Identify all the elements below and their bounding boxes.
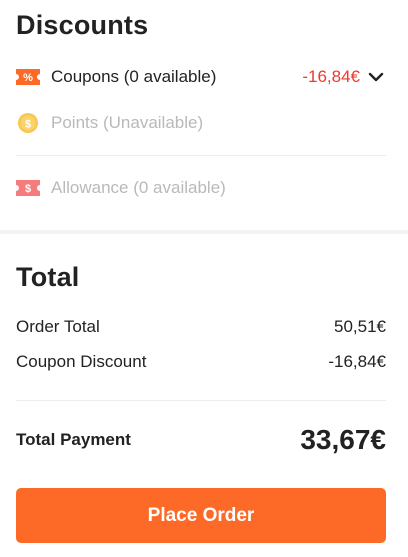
- svg-text:$: $: [25, 119, 31, 131]
- points-row: $ Points (Unavailable): [16, 111, 386, 135]
- total-payment-value: 33,67€: [300, 424, 386, 455]
- discounts-section: Discounts % Coupons (0 available) -16,84…: [0, 0, 408, 230]
- coupons-discount-amount: -16,84€: [302, 67, 360, 86]
- order-total-label: Order Total: [16, 317, 100, 336]
- coupon-discount-value: -16,84€: [328, 352, 386, 371]
- chevron-down-icon[interactable]: [366, 67, 386, 87]
- section-separator: [0, 230, 408, 234]
- points-label: Points (Unavailable): [51, 113, 204, 132]
- coin-icon: $: [16, 111, 40, 135]
- coupons-row[interactable]: % Coupons (0 available) -16,84€: [16, 65, 386, 89]
- coupon-discount-label: Coupon Discount: [16, 352, 147, 371]
- order-total-value: 50,51€: [334, 317, 386, 336]
- total-payment-label: Total Payment: [16, 430, 131, 449]
- allowance-ticket-icon: $: [16, 176, 40, 200]
- total-divider: [16, 400, 386, 401]
- discounts-title: Discounts: [16, 10, 149, 40]
- discounts-divider: [16, 155, 386, 156]
- coupons-label: Coupons (0 available): [51, 67, 217, 86]
- allowance-row: $ Allowance (0 available): [16, 176, 386, 200]
- allowance-label: Allowance (0 available): [51, 178, 226, 197]
- total-title: Total: [16, 262, 80, 292]
- svg-text:$: $: [25, 183, 31, 195]
- coupon-percent-icon: %: [16, 65, 40, 89]
- svg-text:%: %: [23, 72, 33, 84]
- place-order-button[interactable]: Place Order: [16, 488, 386, 543]
- total-payment-row: Total Payment 33,67€: [16, 420, 386, 460]
- order-total-row: Order Total 50,51€: [16, 317, 386, 337]
- coupon-discount-row: Coupon Discount -16,84€: [16, 352, 386, 372]
